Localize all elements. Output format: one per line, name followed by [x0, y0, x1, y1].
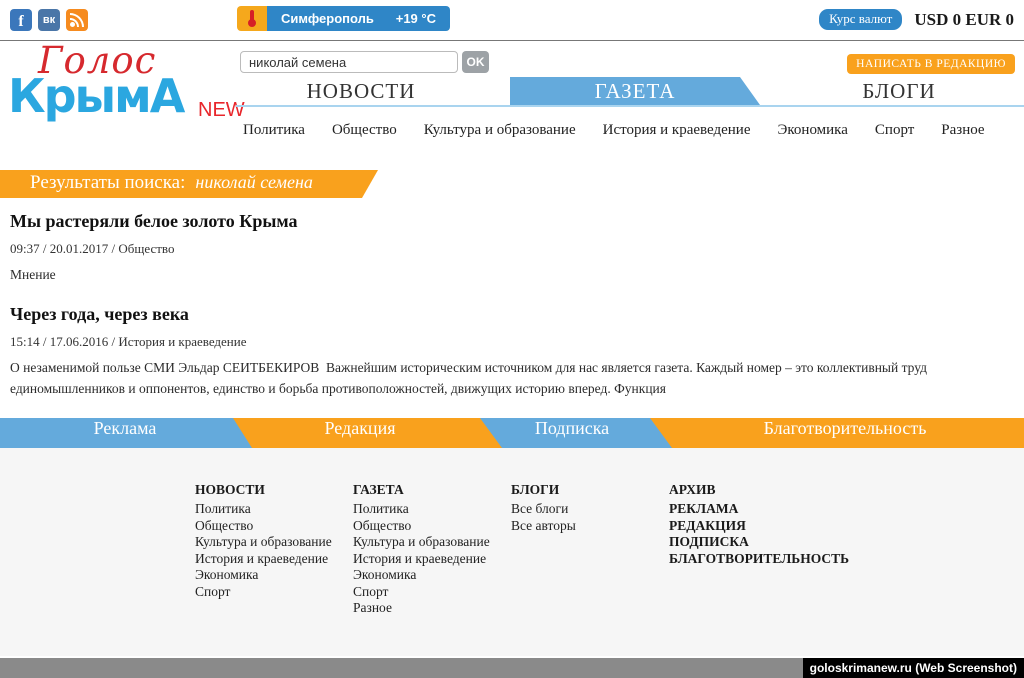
footer-link[interactable]: Общество: [195, 518, 353, 535]
footer-link[interactable]: БЛАГОТВОРИТЕЛЬНОСТЬ: [669, 551, 827, 568]
article-snippet: Мнение: [10, 264, 955, 285]
footer-link[interactable]: Спорт: [353, 584, 511, 601]
footer-column: НОВОСТИ ПолитикаОбществоКультура и образ…: [195, 482, 353, 617]
write-to-editors-button[interactable]: НАПИСАТЬ В РЕДАКЦИЮ: [847, 54, 1015, 74]
article-snippet: О незаменимой пользе СМИ Эльдар СЕИТБЕКИ…: [10, 357, 955, 399]
top-bar: f вк Симферополь +19 °C Курс валют USD 0…: [0, 0, 1024, 40]
search-results-list: Мы растеряли белое золото Крыма 09:37 / …: [10, 211, 955, 418]
footer-column: АРХИВ РЕКЛАМАРЕДАКЦИЯПОДПИСКАБЛАГОТВОРИТ…: [669, 482, 827, 617]
search-result-item: Мы растеряли белое золото Крыма 09:37 / …: [10, 211, 955, 285]
footer-column-title[interactable]: ГАЗЕТА: [353, 482, 511, 498]
footer-column: ГАЗЕТА ПолитикаОбществоКультура и образо…: [353, 482, 511, 617]
subnav-item[interactable]: Экономика: [777, 122, 847, 139]
currency-rates-button[interactable]: Курс валют: [819, 9, 902, 30]
footer-link[interactable]: Политика: [195, 501, 353, 518]
vk-icon[interactable]: вк: [38, 9, 60, 31]
subnav-item[interactable]: Культура и образование: [424, 122, 576, 139]
footer-link[interactable]: Разное: [353, 600, 511, 617]
site-footer: Реклама Редакция Подписка Благотворитель…: [0, 418, 1024, 656]
footer-tab-redakcia[interactable]: Редакция: [325, 418, 396, 448]
article-meta: 15:14 / 17.06.2016 / История и краеведен…: [10, 334, 955, 350]
article-meta: 09:37 / 20.01.2017 / Общество: [10, 241, 955, 257]
search-form: OK: [240, 51, 489, 73]
footer-column: БЛОГИ Все блогиВсе авторы: [511, 482, 669, 617]
footer-link[interactable]: Политика: [353, 501, 511, 518]
rss-arc-large: [70, 13, 84, 27]
footer-link[interactable]: Все авторы: [511, 518, 669, 535]
logo-text-kryma: КрымА: [8, 69, 183, 123]
search-result-item: Через года, через века 15:14 / 17.06.201…: [10, 304, 955, 399]
subnav-item[interactable]: Разное: [941, 122, 984, 139]
social-icons: f вк: [10, 9, 88, 31]
nav-tab[interactable]: ГАЗЕТА: [510, 77, 760, 105]
footer-tab-reklama[interactable]: Реклама: [94, 418, 157, 448]
subnav-item[interactable]: История и краеведение: [603, 122, 751, 139]
footer-link[interactable]: История и краеведение: [195, 551, 353, 568]
footer-tab-blago[interactable]: Благотворительность: [764, 418, 927, 448]
footer-column-title[interactable]: НОВОСТИ: [195, 482, 353, 498]
weather-temp: +19 °C: [396, 11, 436, 26]
footer-link[interactable]: Экономика: [353, 567, 511, 584]
search-input[interactable]: [240, 51, 458, 73]
site-logo[interactable]: Голос КрымА NEW: [8, 43, 238, 121]
facebook-icon[interactable]: f: [10, 9, 32, 31]
article-title[interactable]: Через года, через века: [10, 304, 955, 325]
footer-tab-podpiska[interactable]: Подписка: [535, 418, 609, 448]
nav-tab[interactable]: НОВОСТИ: [236, 77, 486, 105]
main-nav: НОВОСТИ ГАЗЕТА БЛОГИ: [236, 77, 1024, 107]
results-query: николай семена: [195, 172, 312, 192]
bottom-gray-bar: goloskrimanew.ru (Web Screenshot): [0, 658, 1024, 678]
footer-link[interactable]: Общество: [353, 518, 511, 535]
subnav-item[interactable]: Политика: [243, 122, 305, 139]
footer-link[interactable]: История и краеведение: [353, 551, 511, 568]
article-title[interactable]: Мы растеряли белое золото Крыма: [10, 211, 955, 232]
footer-link[interactable]: Культура и образование: [353, 534, 511, 551]
weather-widget[interactable]: Симферополь +19 °C: [237, 6, 450, 31]
search-results-banner: Результаты поиска: николай семена: [0, 170, 378, 198]
footer-link[interactable]: Все блоги: [511, 501, 669, 518]
footer-link[interactable]: РЕКЛАМА: [669, 501, 827, 518]
nav-tab[interactable]: БЛОГИ: [774, 77, 1024, 105]
footer-columns: НОВОСТИ ПолитикаОбществоКультура и образ…: [195, 482, 827, 617]
footer-link[interactable]: Экономика: [195, 567, 353, 584]
search-ok-button[interactable]: OK: [462, 51, 489, 73]
currency-block: Курс валют USD 0 EUR 0: [819, 9, 1014, 30]
footer-tab-bar: Реклама Редакция Подписка Благотворитель…: [0, 418, 1024, 448]
currency-rates-text: USD 0 EUR 0: [914, 10, 1014, 30]
footer-link[interactable]: РЕДАКЦИЯ: [669, 518, 827, 535]
category-subnav: Политика Общество Культура и образование Ис…: [243, 122, 985, 139]
weather-city: Симферополь: [281, 11, 374, 26]
footer-column-title[interactable]: БЛОГИ: [511, 482, 669, 498]
footer-link[interactable]: Культура и образование: [195, 534, 353, 551]
results-title: Результаты поиска:: [30, 172, 185, 193]
footer-link[interactable]: ПОДПИСКА: [669, 534, 827, 551]
footer-column-title[interactable]: АРХИВ: [669, 482, 827, 498]
thermometer-icon: [237, 6, 267, 31]
rss-icon[interactable]: [66, 9, 88, 31]
footer-link[interactable]: Спорт: [195, 584, 353, 601]
subnav-item[interactable]: Спорт: [875, 122, 914, 139]
subnav-item[interactable]: Общество: [332, 122, 397, 139]
watermark-label: goloskrimanew.ru (Web Screenshot): [803, 658, 1024, 678]
